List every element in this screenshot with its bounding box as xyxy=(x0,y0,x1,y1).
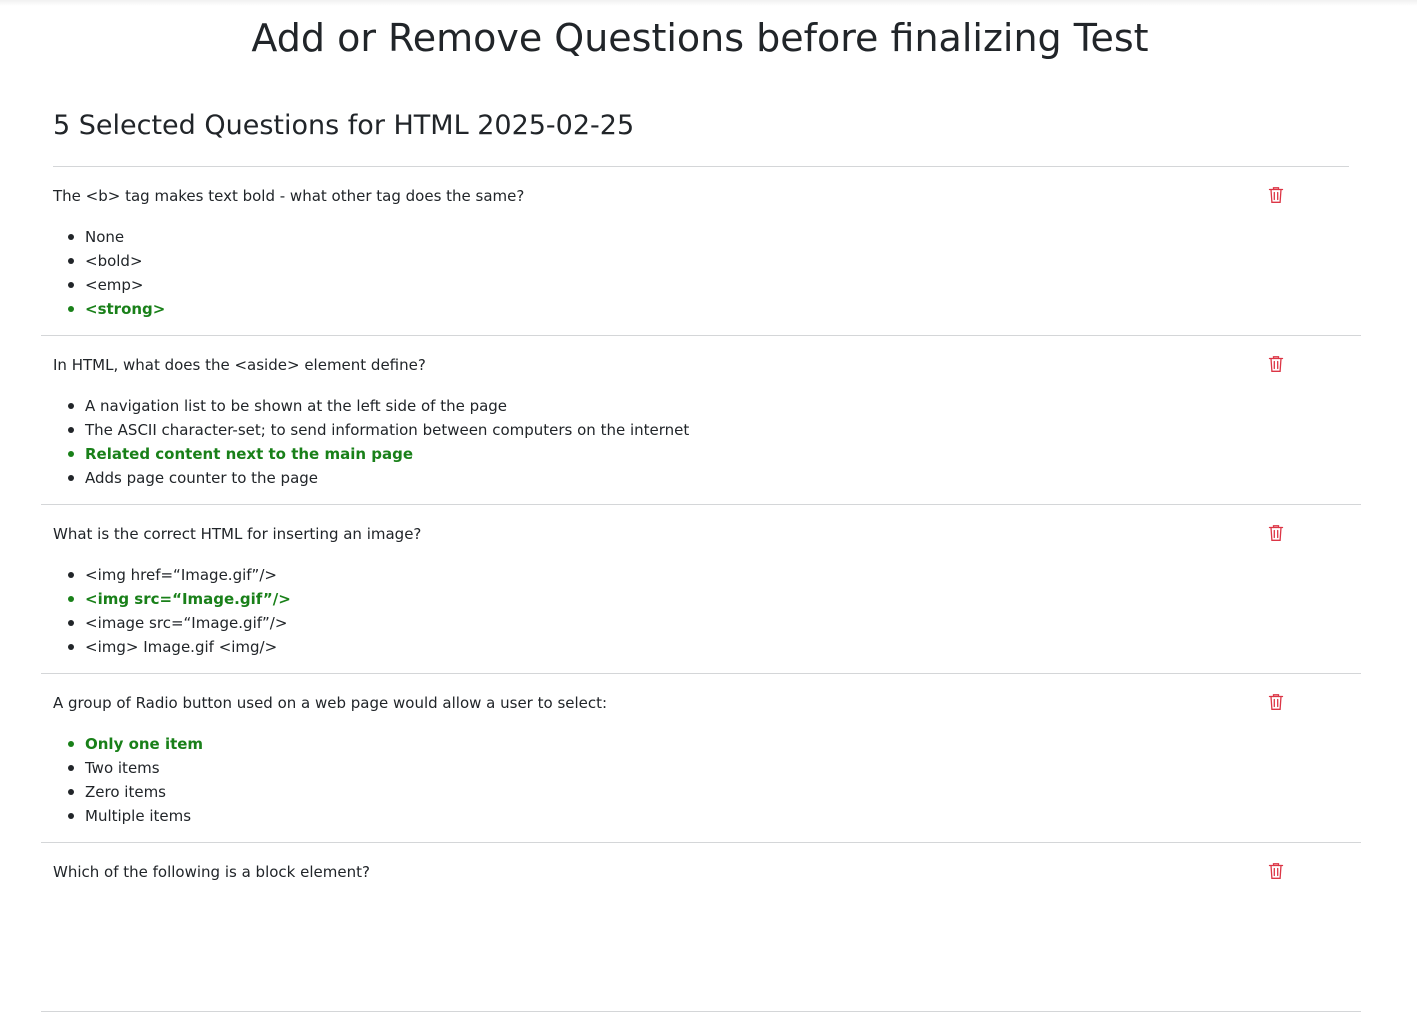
answer-option: <image src=“Image.gif”/> xyxy=(53,611,291,635)
answer-options: Only one item Two items Zero items Multi… xyxy=(53,732,203,828)
answer-option: Two items xyxy=(53,756,203,780)
trash-icon[interactable] xyxy=(1268,693,1284,711)
trash-icon[interactable] xyxy=(1268,524,1284,542)
answer-options: <img href=“Image.gif”/> <img src=“Image.… xyxy=(53,563,291,659)
correct-answer-option: Only one item xyxy=(53,732,203,756)
answer-options: A navigation list to be shown at the lef… xyxy=(53,394,689,490)
selected-questions-heading: 5 Selected Questions for HTML 2025-02-25 xyxy=(53,110,635,141)
question-text: In HTML, what does the <aside> element d… xyxy=(53,356,426,374)
answer-option: <img> Image.gif <img/> xyxy=(53,635,291,659)
answer-option: The ASCII character-set; to send informa… xyxy=(53,418,689,442)
trash-icon[interactable] xyxy=(1268,186,1284,204)
question-text: The <b> tag makes text bold - what other… xyxy=(53,187,525,205)
page-title: Add or Remove Questions before finalizin… xyxy=(251,16,1149,60)
top-bar xyxy=(0,0,1417,6)
correct-answer-option: Related content next to the main page xyxy=(53,442,689,466)
answer-option: <emp> xyxy=(53,273,165,297)
correct-answer-option: <img src=“Image.gif”/> xyxy=(53,587,291,611)
answer-options: None <bold> <emp> <strong> xyxy=(53,225,165,321)
answer-option: Zero items xyxy=(53,780,203,804)
trash-icon[interactable] xyxy=(1268,862,1284,880)
answer-option: None xyxy=(53,225,165,249)
question-list: The <b> tag makes text bold - what other… xyxy=(41,167,1361,1012)
answer-option: Adds page counter to the page xyxy=(53,466,689,490)
answer-option: <img href=“Image.gif”/> xyxy=(53,563,291,587)
question-item: What is the correct HTML for inserting a… xyxy=(41,505,1361,674)
answer-option: A navigation list to be shown at the lef… xyxy=(53,394,689,418)
answer-option: Multiple items xyxy=(53,804,203,828)
answer-option: <bold> xyxy=(53,249,165,273)
question-item: In HTML, what does the <aside> element d… xyxy=(41,336,1361,505)
question-item: A group of Radio button used on a web pa… xyxy=(41,674,1361,843)
question-text: What is the correct HTML for inserting a… xyxy=(53,525,422,543)
question-item: The <b> tag makes text bold - what other… xyxy=(41,167,1361,336)
trash-icon[interactable] xyxy=(1268,355,1284,373)
question-text: Which of the following is a block elemen… xyxy=(53,863,370,881)
question-item: Which of the following is a block elemen… xyxy=(41,843,1361,1012)
correct-answer-option: <strong> xyxy=(53,297,165,321)
question-text: A group of Radio button used on a web pa… xyxy=(53,694,608,712)
